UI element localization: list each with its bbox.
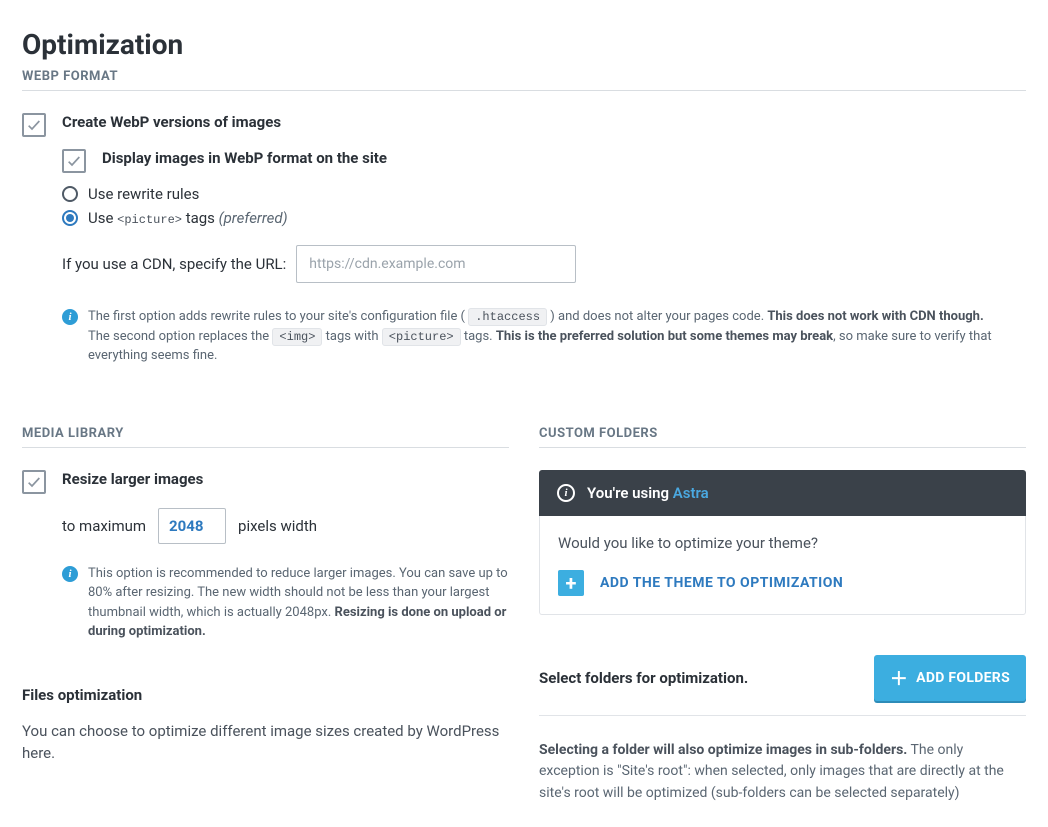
info-icon: i <box>557 484 575 502</box>
theme-link[interactable]: Astra <box>673 484 709 502</box>
checkbox-display-webp[interactable] <box>62 149 86 173</box>
files-optimization-title: Files optimization <box>22 686 509 704</box>
plus-icon: ＋ <box>890 665 908 691</box>
max-width-input[interactable] <box>158 508 226 544</box>
theme-banner: i You're using Astra <box>539 470 1026 516</box>
check-icon <box>26 474 42 490</box>
optimize-theme-question: Would you like to optimize your theme? <box>558 534 1007 552</box>
section-custom-folders: CUSTOM FOLDERS <box>539 426 1026 448</box>
select-folders-label: Select folders for optimization. <box>539 669 748 687</box>
add-theme-label: ADD THE THEME TO OPTIMIZATION <box>600 575 843 591</box>
add-theme-button[interactable]: + ADD THE THEME TO OPTIMIZATION <box>558 570 1007 596</box>
label-pixels-width: pixels width <box>238 517 317 535</box>
label-to-maximum: to maximum <box>62 517 146 535</box>
label-resize-images: Resize larger images <box>62 470 203 488</box>
label-youre-using: You're using <box>587 484 673 502</box>
cdn-url-input[interactable] <box>296 245 576 283</box>
plus-icon: + <box>558 570 584 596</box>
page-title: Optimization <box>22 28 1026 61</box>
checkbox-resize-images[interactable] <box>22 470 46 494</box>
label-create-webp: Create WebP versions of images <box>62 113 281 131</box>
info-icon: i <box>62 566 78 582</box>
add-folders-label: ADD FOLDERS <box>916 670 1010 686</box>
webp-info-text: The first option adds rewrite rules to y… <box>88 307 1026 366</box>
check-icon <box>26 117 42 133</box>
label-cdn-url: If you use a CDN, specify the URL: <box>62 255 286 273</box>
folders-description: Selecting a folder will also optimize im… <box>539 740 1026 805</box>
add-folders-button[interactable]: ＋ ADD FOLDERS <box>874 655 1026 701</box>
label-picture-tags: Use <picture> tags (preferred) <box>88 209 288 227</box>
radio-picture-tags[interactable] <box>62 210 78 226</box>
files-optimization-desc: You can choose to optimize different ima… <box>22 720 509 765</box>
checkbox-create-webp[interactable] <box>22 113 46 137</box>
section-media-library: MEDIA LIBRARY <box>22 426 509 448</box>
label-display-webp: Display images in WebP format on the sit… <box>102 149 387 167</box>
section-webp-format: WEBP FORMAT <box>22 69 1026 91</box>
info-icon: i <box>62 309 78 325</box>
check-icon <box>66 153 82 169</box>
label-rewrite-rules: Use rewrite rules <box>88 185 199 203</box>
radio-rewrite-rules[interactable] <box>62 186 78 202</box>
resize-info-text: This option is recommended to reduce lar… <box>88 564 509 642</box>
